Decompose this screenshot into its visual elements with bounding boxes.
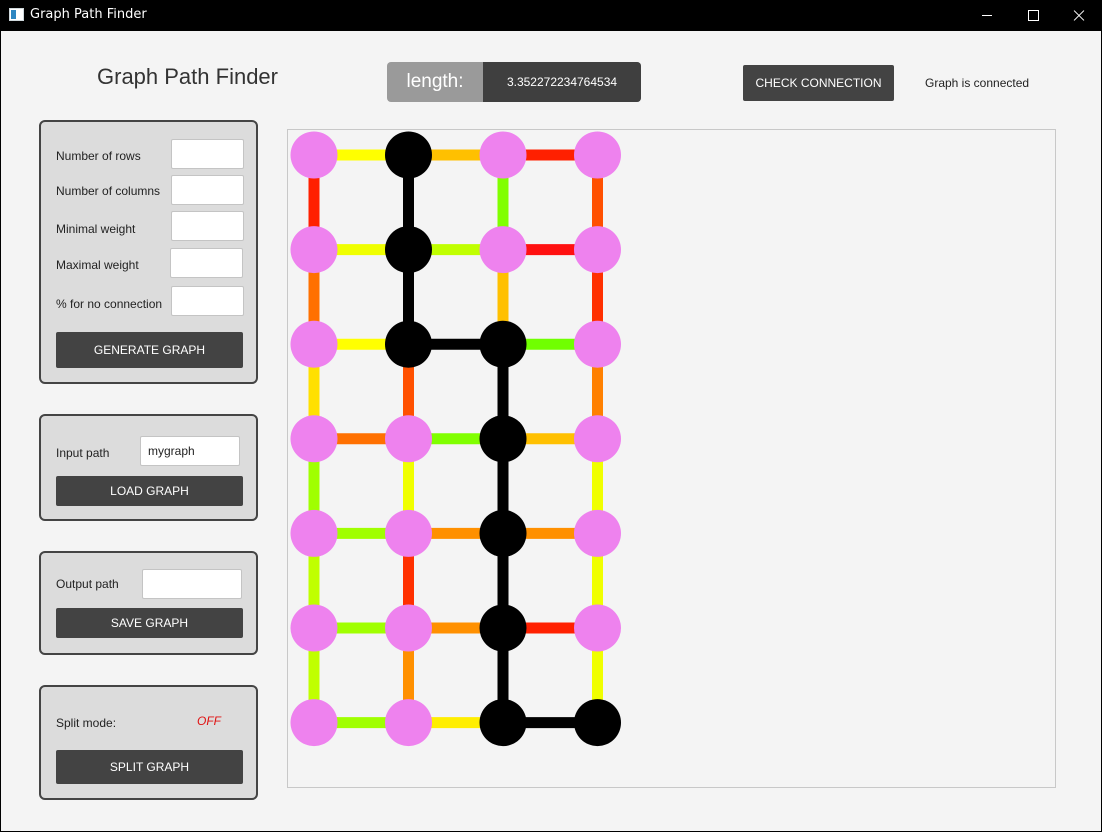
close-icon[interactable]: [1056, 0, 1102, 31]
split-mode-state: OFF: [197, 714, 221, 728]
no-connection-input[interactable]: [171, 286, 244, 316]
graph-node-5-0[interactable]: [290, 604, 338, 652]
page-title: Graph Path Finder: [97, 64, 278, 89]
output-path-field[interactable]: [142, 569, 242, 599]
graph-node-6-2[interactable]: [479, 699, 527, 747]
min-weight-input[interactable]: [171, 211, 244, 241]
graph-drawing: [290, 131, 621, 747]
graph-node-0-1[interactable]: [385, 131, 432, 179]
graph-node-6-0[interactable]: [290, 699, 338, 747]
graph-node-0-3[interactable]: [574, 131, 621, 179]
graph-node-0-2[interactable]: [479, 131, 527, 179]
app-content: Graph Path Finder length: 3.352272234764…: [1, 31, 1101, 831]
maximize-icon[interactable]: [1010, 0, 1056, 31]
save-graph-button[interactable]: SAVE GRAPH: [56, 608, 243, 638]
graph-node-4-3[interactable]: [574, 509, 621, 557]
rows-input[interactable]: [171, 139, 244, 169]
split-panel: Split mode: OFF SPLIT GRAPH: [39, 685, 258, 800]
graph-node-1-0[interactable]: [290, 226, 338, 274]
max-weight-label: Maximal weight: [56, 258, 139, 272]
output-path-label: Output path: [56, 577, 119, 591]
graph-node-3-3[interactable]: [574, 415, 621, 463]
length-value: 3.352272234764534: [483, 62, 641, 102]
graph-node-2-1[interactable]: [385, 320, 432, 368]
graph-node-4-2[interactable]: [479, 509, 527, 557]
split-graph-button[interactable]: SPLIT GRAPH: [56, 750, 243, 784]
graph-node-5-1[interactable]: [385, 604, 432, 652]
graph-node-2-2[interactable]: [479, 320, 527, 368]
save-panel: Output path SAVE GRAPH: [39, 551, 258, 655]
input-path-field[interactable]: mygraph: [140, 436, 240, 466]
window-title: Graph Path Finder: [30, 7, 147, 22]
graph-node-4-1[interactable]: [385, 509, 432, 557]
columns-input[interactable]: [171, 175, 244, 205]
graph-node-2-3[interactable]: [574, 320, 621, 368]
generate-graph-button[interactable]: GENERATE GRAPH: [56, 332, 243, 368]
length-display: length: 3.352272234764534: [387, 62, 641, 102]
graph-canvas[interactable]: [287, 129, 1056, 788]
generate-panel: Number of rows Number of columns Minimal…: [39, 120, 258, 384]
min-weight-label: Minimal weight: [56, 222, 136, 236]
app-icon: [9, 8, 24, 21]
graph-node-3-1[interactable]: [385, 415, 432, 463]
graph-node-1-1[interactable]: [385, 226, 432, 274]
split-mode-label: Split mode:: [56, 716, 117, 730]
connection-status: Graph is connected: [925, 76, 1030, 90]
graph-node-1-2[interactable]: [479, 226, 527, 274]
graph-node-5-2[interactable]: [479, 604, 527, 652]
graph-node-5-3[interactable]: [574, 604, 621, 652]
input-path-label: Input path: [56, 446, 110, 460]
length-label: length:: [406, 71, 464, 92]
load-panel: Input path mygraph LOAD GRAPH: [39, 414, 258, 521]
graph-node-2-0[interactable]: [290, 320, 338, 368]
graph-node-6-3[interactable]: [574, 699, 621, 747]
graph-node-0-0[interactable]: [290, 131, 338, 179]
graph-node-3-0[interactable]: [290, 415, 338, 463]
check-connection-button[interactable]: CHECK CONNECTION: [743, 65, 894, 101]
graph-node-6-1[interactable]: [385, 699, 432, 747]
title-bar: Graph Path Finder: [0, 0, 1102, 31]
graph-node-4-0[interactable]: [290, 509, 338, 557]
load-graph-button[interactable]: LOAD GRAPH: [56, 476, 243, 506]
rows-label: Number of rows: [56, 149, 141, 163]
minimize-icon[interactable]: [964, 0, 1010, 31]
no-connection-label: % for no connection: [56, 297, 163, 311]
columns-label: Number of columns: [56, 184, 161, 198]
graph-node-1-3[interactable]: [574, 226, 621, 274]
max-weight-input[interactable]: [170, 248, 243, 278]
graph-node-3-2[interactable]: [479, 415, 527, 463]
